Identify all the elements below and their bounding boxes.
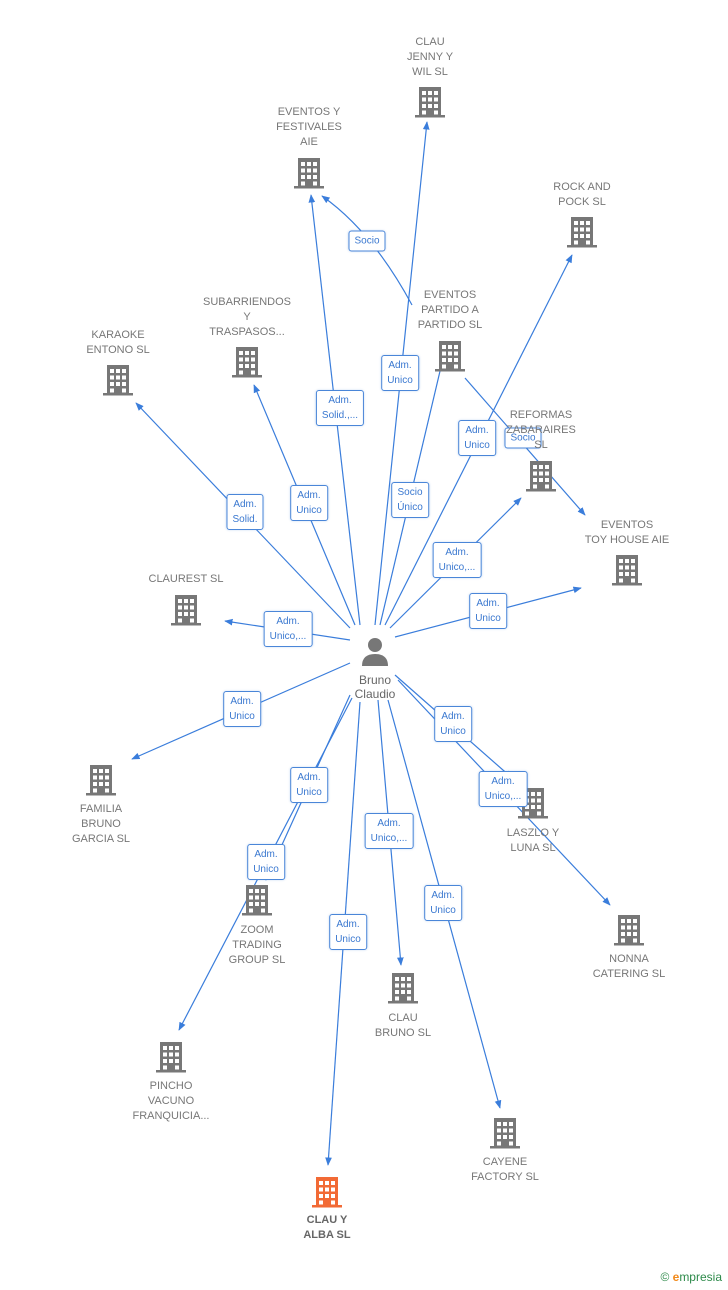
- building-icon[interactable]: [415, 87, 445, 118]
- building-icon[interactable]: [614, 915, 644, 946]
- company-label-familia[interactable]: FAMILIA BRUNO GARCIA SL: [31, 802, 171, 847]
- company-label-eventos-festivales[interactable]: EVENTOS Y FESTIVALES AIE: [239, 105, 379, 150]
- edge-label[interactable]: Adm. Solid.: [226, 494, 264, 530]
- edge-label[interactable]: Adm. Unico: [223, 691, 261, 727]
- edge-label[interactable]: Socio Único: [391, 482, 429, 518]
- company-label-zoom[interactable]: ZOOM TRADING GROUP SL: [187, 923, 327, 968]
- edge-label[interactable]: Adm. Unico: [329, 914, 367, 950]
- company-label-subarriendos[interactable]: SUBARRIENDOS Y TRASPASOS...: [177, 295, 317, 340]
- edge-label[interactable]: Adm. Unico,...: [364, 813, 414, 849]
- person-icon[interactable]: [362, 638, 388, 666]
- company-label-laszlo[interactable]: LASZLO Y LUNA SL: [463, 826, 603, 856]
- building-icon[interactable]: [312, 1177, 342, 1208]
- building-icon[interactable]: [171, 595, 201, 626]
- building-icon[interactable]: [567, 217, 597, 248]
- building-icon[interactable]: [490, 1118, 520, 1149]
- building-icon[interactable]: [232, 347, 262, 378]
- company-label-toy-house[interactable]: EVENTOS TOY HOUSE AIE: [557, 518, 697, 548]
- edge-label[interactable]: Adm. Unico,...: [432, 542, 482, 578]
- company-label-clau-jenny[interactable]: CLAU JENNY Y WIL SL: [360, 35, 500, 80]
- footer-brand: © empresia: [660, 1270, 722, 1284]
- edge-label[interactable]: Adm. Unico: [381, 355, 419, 391]
- building-icon[interactable]: [435, 341, 465, 372]
- building-icon[interactable]: [526, 461, 556, 492]
- edge-label[interactable]: Adm. Unico: [424, 885, 462, 921]
- company-label-eventos-partido[interactable]: EVENTOS PARTIDO A PARTIDO SL: [380, 288, 520, 333]
- building-icon[interactable]: [294, 158, 324, 189]
- copyright-symbol: ©: [660, 1270, 670, 1284]
- building-icon[interactable]: [156, 1042, 186, 1073]
- person-name[interactable]: Bruno Claudio: [335, 673, 415, 701]
- building-icon[interactable]: [103, 365, 133, 396]
- company-label-rock-pock[interactable]: ROCK AND POCK SL: [512, 180, 652, 210]
- company-label-claurest[interactable]: CLAUREST SL: [116, 572, 256, 587]
- edge-label[interactable]: Socio: [348, 230, 386, 252]
- company-label-cayene[interactable]: CAYENE FACTORY SL: [435, 1155, 575, 1185]
- company-label-karaoke[interactable]: KARAOKE ENTONO SL: [48, 328, 188, 358]
- edge-label[interactable]: Adm. Unico: [434, 706, 472, 742]
- edge-label[interactable]: Adm. Unico: [290, 485, 328, 521]
- edge-label[interactable]: Adm. Unico,...: [478, 771, 528, 807]
- company-label-pincho[interactable]: PINCHO VACUNO FRANQUICIA...: [101, 1079, 241, 1124]
- building-icon[interactable]: [86, 765, 116, 796]
- company-label-reformas[interactable]: REFORMAS ZABARAIRES SL: [471, 408, 611, 453]
- edge-label[interactable]: Adm. Unico: [247, 844, 285, 880]
- edge-label[interactable]: Adm. Unico,...: [263, 611, 313, 647]
- company-label-nonna[interactable]: NONNA CATERING SL: [559, 952, 699, 982]
- edge-label[interactable]: Adm. Unico: [290, 767, 328, 803]
- company-label-clau-bruno[interactable]: CLAU BRUNO SL: [333, 1011, 473, 1041]
- building-icon[interactable]: [242, 885, 272, 916]
- brand-logo-text: mpresia: [679, 1270, 722, 1284]
- edge-label[interactable]: Adm. Solid.,...: [315, 390, 365, 426]
- edge-label[interactable]: Adm. Unico: [469, 593, 507, 629]
- company-label-clau-alba[interactable]: CLAU Y ALBA SL: [257, 1213, 397, 1243]
- building-icon[interactable]: [388, 973, 418, 1004]
- building-icon[interactable]: [612, 555, 642, 586]
